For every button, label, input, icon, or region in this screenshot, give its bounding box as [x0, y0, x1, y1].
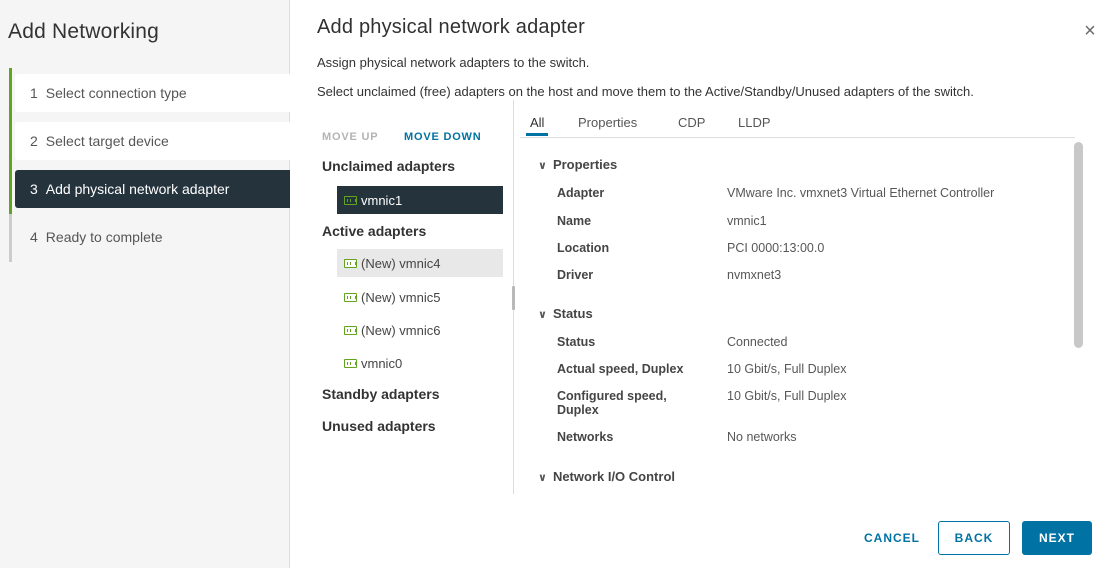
next-button[interactable]: NEXT — [1022, 521, 1092, 555]
prop-key: Location — [557, 241, 610, 255]
group-unclaimed-adapters: Unclaimed adapters — [322, 158, 456, 174]
prop-key: Actual speed, Duplex — [557, 362, 684, 376]
adapter-item-vmnic6[interactable]: (New) vmnic6 — [337, 316, 503, 344]
network-adapter-icon — [344, 358, 357, 368]
prop-value: nvmxnet3 — [727, 268, 782, 282]
move-up-button[interactable]: MOVE UP — [322, 131, 378, 143]
dialog-description: Assign physical network adapters to the … — [317, 55, 590, 70]
section-properties-toggle[interactable]: ∨ Properties — [538, 157, 617, 172]
step-label: Select connection type — [45, 85, 187, 101]
prop-value: PCI 0000:13:00.0 — [727, 241, 825, 255]
section-heading: Status — [552, 306, 593, 321]
wizard-step-select-connection-type[interactable]: 1 Select connection type — [15, 74, 290, 112]
prop-value: VMware Inc. vmxnet3 Virtual Ethernet Con… — [727, 186, 995, 200]
wizard-step-select-target-device[interactable]: 2 Select target device — [15, 122, 290, 160]
prop-value: vmnic1 — [727, 214, 767, 228]
group-active-adapters: Active adapters — [322, 223, 427, 239]
step-label: Ready to complete — [45, 229, 163, 245]
network-adapter-icon — [344, 195, 357, 205]
adapter-details: ∨ Properties Adapter VMware Inc. vmxnet3 … — [520, 145, 1070, 493]
cancel-button[interactable]: CANCEL — [852, 521, 932, 555]
step-label: Select target device — [45, 133, 169, 149]
group-unused-adapters: Unused adapters — [322, 418, 436, 434]
section-heading: Properties — [552, 157, 618, 172]
section-nioc-toggle[interactable]: ∨ Network I/O Control — [538, 469, 675, 484]
wizard-step-add-physical-network-adapter[interactable]: 3 Add physical network adapter — [15, 170, 290, 208]
prop-key: Configured speed, Duplex — [557, 389, 667, 417]
network-adapter-icon — [344, 325, 357, 335]
step-number: 4 — [30, 229, 38, 245]
tab-all[interactable]: All — [525, 115, 550, 136]
wizard-title: Add Networking — [8, 20, 160, 43]
step-label: Add physical network adapter — [45, 181, 230, 197]
step-number: 1 — [30, 85, 38, 101]
dialog-instruction: Select unclaimed (free) adapters on the … — [317, 84, 974, 99]
wizard-step-ready-to-complete[interactable]: 4 Ready to complete — [15, 218, 290, 256]
wizard-nav: Add Networking 1 Select connection type … — [0, 0, 290, 568]
splitter-handle[interactable] — [512, 286, 515, 310]
adapter-label: (New) vmnic4 — [361, 255, 441, 271]
details-tabs: All Properties CDP LLDP — [520, 112, 1075, 138]
details-scrollbar[interactable] — [1072, 140, 1086, 494]
adapter-label: vmnic0 — [361, 355, 403, 371]
prop-key: Networks — [557, 430, 614, 444]
group-standby-adapters: Standby adapters — [322, 386, 440, 402]
dialog-title: Add physical network adapter — [317, 16, 585, 38]
chevron-down-icon: ∨ — [538, 472, 547, 484]
scrollbar-thumb[interactable] — [1074, 142, 1083, 348]
adapter-item-vmnic0[interactable]: vmnic0 — [337, 349, 503, 377]
tab-cdp[interactable]: CDP — [678, 115, 705, 130]
tab-lldp[interactable]: LLDP — [738, 115, 771, 130]
chevron-down-icon: ∨ — [538, 160, 547, 172]
adapter-item-vmnic1[interactable]: vmnic1 — [337, 186, 503, 214]
network-adapter-icon — [344, 292, 357, 302]
prop-value: 10 Gbit/s, Full Duplex — [727, 362, 847, 376]
network-adapter-icon — [344, 258, 357, 268]
prop-value: Connected — [727, 335, 788, 349]
adapter-label: (New) vmnic5 — [361, 289, 441, 305]
wizard-progress-done — [9, 68, 12, 214]
back-button[interactable]: BACK — [938, 521, 1010, 555]
close-icon[interactable]: × — [1080, 21, 1100, 41]
step-number: 3 — [30, 181, 38, 197]
adapter-item-vmnic4[interactable]: (New) vmnic4 — [337, 249, 503, 277]
tab-properties[interactable]: Properties — [578, 115, 637, 130]
adapter-label: vmnic1 — [361, 192, 403, 208]
prop-value: No networks — [727, 430, 797, 444]
adapter-label: (New) vmnic6 — [361, 322, 441, 338]
prop-key: Name — [557, 214, 592, 228]
section-status-toggle[interactable]: ∨ Status — [538, 306, 593, 321]
prop-value: 10 Gbit/s, Full Duplex — [727, 389, 847, 403]
prop-key: Status — [557, 335, 596, 349]
prop-key: Driver — [557, 268, 594, 282]
move-down-button[interactable]: MOVE DOWN — [404, 131, 481, 143]
adapter-item-vmnic5[interactable]: (New) vmnic5 — [337, 283, 503, 311]
prop-key: Adapter — [557, 186, 605, 200]
chevron-down-icon: ∨ — [538, 309, 547, 321]
step-number: 2 — [30, 133, 38, 149]
section-heading: Network I/O Control — [552, 469, 675, 484]
